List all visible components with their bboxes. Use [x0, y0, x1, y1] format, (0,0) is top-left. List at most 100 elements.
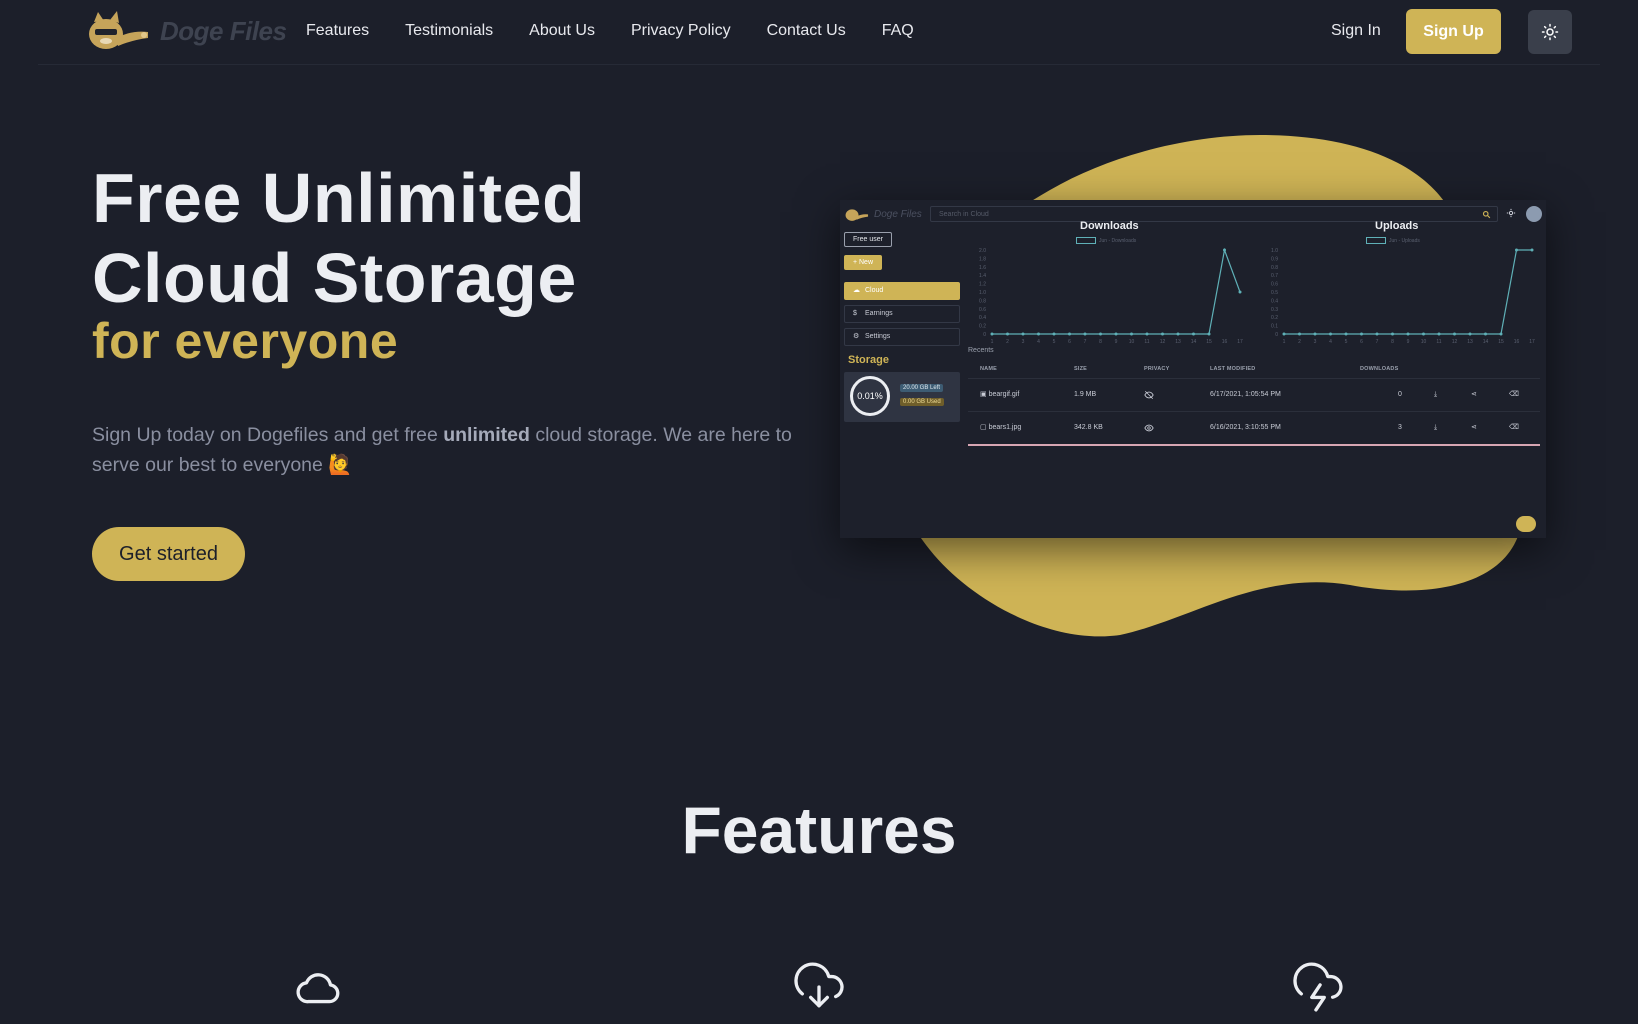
x-tick-label: 4	[1037, 339, 1040, 345]
preview-storage-left: 20.00 GB Left	[900, 384, 944, 392]
downloads-chart: 00.20.40.60.81.01.21.41.61.82.01 2 3 4 5 6 7 8 9…	[979, 247, 1243, 345]
data-point	[1468, 332, 1472, 336]
preview-new-button: + New	[844, 255, 882, 270]
data-point	[1006, 332, 1009, 336]
y-tick-label: 1.0	[1271, 248, 1278, 254]
uploads-chart: 00.10.20.30.40.50.60.70.80.91.01 2 3 4 5 6 7 8 9…	[1271, 248, 1535, 345]
preview-search-icon	[1482, 210, 1491, 219]
series-line	[1284, 249, 1532, 335]
x-tick-label: 7	[1084, 339, 1087, 345]
data-point	[1484, 332, 1487, 336]
sun-icon	[1541, 23, 1559, 41]
data-point	[1515, 248, 1518, 252]
preview-storage-used: 0.00 GB Used	[900, 398, 944, 406]
x-tick-label: 10	[1421, 339, 1427, 345]
downloads-chart-title: Downloads	[1080, 220, 1139, 232]
data-point	[1145, 332, 1149, 336]
file-name: bears1.jpg	[988, 424, 1022, 431]
data-point	[1499, 332, 1503, 336]
x-tick-label: 9	[1407, 339, 1410, 345]
data-point	[1313, 332, 1317, 336]
x-tick-label: 13	[1175, 339, 1181, 345]
theme-toggle-button[interactable]	[1528, 10, 1572, 54]
data-point	[1223, 248, 1226, 252]
nav-link-features[interactable]: Features	[306, 22, 369, 40]
nav-link-faq[interactable]: FAQ	[882, 22, 914, 40]
x-tick-label: 16	[1222, 339, 1228, 345]
table-header: NAME SIZE PRIVACY LAST MODIFIED DOWNLOAD…	[968, 360, 1540, 378]
y-tick-label: 1.6	[979, 265, 986, 271]
y-tick-label: 0.9	[1271, 256, 1278, 262]
data-point	[1099, 332, 1102, 336]
col-privacy: PRIVACY	[1144, 366, 1170, 372]
preview-menu-label: Earnings	[865, 310, 893, 317]
get-started-button[interactable]: Get started	[92, 527, 245, 581]
nav-link-about-us[interactable]: About Us	[529, 22, 595, 40]
downloads-chart-legend: Jun - Downloads	[1076, 237, 1136, 244]
uploads-chart-title: Uploads	[1375, 220, 1419, 232]
data-point	[1161, 332, 1164, 336]
legend-swatch	[1076, 237, 1096, 244]
preview-menu-settings: ⚙ Settings	[844, 328, 960, 346]
hero-accent: for everyone	[92, 313, 399, 369]
data-point	[1344, 332, 1348, 336]
x-tick-label: 3	[1022, 339, 1025, 345]
gear-icon: ⚙	[853, 333, 860, 340]
data-point	[1068, 332, 1071, 336]
hero-description: Sign Up today on Dogefiles and get free …	[92, 420, 812, 480]
preview-brand-name: Doge Files	[874, 208, 922, 220]
legend-label: Jun - Downloads	[1099, 237, 1137, 244]
x-tick-label: 8	[1391, 339, 1394, 345]
x-tick-label: 4	[1329, 339, 1332, 345]
file-downloads: 3	[1398, 424, 1402, 431]
hero-title-line-1: Free Unlimited	[92, 159, 586, 237]
legend-label: Jun - Uploads	[1389, 237, 1420, 244]
preview-search-placeholder: Search in Cloud	[939, 211, 989, 218]
x-tick-label: 10	[1129, 339, 1135, 345]
cloud-download-icon	[794, 962, 844, 1008]
x-tick-label: 15	[1498, 339, 1504, 345]
preview-sidebar: Free user + New ☁ Cloud $ Earnings ⚙ Set…	[844, 232, 960, 422]
x-tick-label: 6	[1360, 339, 1363, 345]
cloud-icon	[296, 973, 340, 1004]
y-tick-label: 0.6	[979, 307, 986, 313]
x-tick-label: 11	[1144, 339, 1149, 345]
data-point	[1037, 332, 1040, 336]
x-tick-label: 12	[1452, 339, 1458, 345]
file-modified: 6/16/2021, 3:10:55 PM	[1210, 424, 1281, 431]
preview-avatar	[1526, 206, 1542, 222]
cloud-lightning-icon	[1293, 962, 1343, 1012]
data-point	[1114, 332, 1118, 336]
eye-icon	[1144, 424, 1154, 432]
preview-files-table: NAME SIZE PRIVACY LAST MODIFIED DOWNLOAD…	[968, 360, 1540, 446]
file-name: beargif.gif	[988, 391, 1020, 398]
preview-menu-label: Cloud	[865, 287, 884, 294]
sign-in-link[interactable]: Sign In	[1331, 22, 1381, 40]
data-point	[1207, 332, 1211, 336]
nav-link-contact-us[interactable]: Contact Us	[767, 22, 846, 40]
series-line	[992, 247, 1241, 335]
data-point	[1052, 332, 1056, 336]
brand-logo[interactable]: Doge Files	[86, 10, 287, 52]
x-tick-label: 17	[1237, 339, 1243, 345]
x-tick-label: 15	[1206, 339, 1212, 345]
data-point	[1238, 290, 1242, 294]
dollar-icon: $	[853, 310, 857, 317]
x-tick-label: 5	[1345, 339, 1348, 345]
x-tick-label: 16	[1514, 339, 1520, 345]
x-tick-label: 9	[1115, 339, 1118, 345]
sign-up-button[interactable]: Sign Up	[1406, 9, 1501, 54]
data-point	[1530, 248, 1534, 252]
x-tick-label: 11	[1436, 339, 1441, 345]
preview-menu: ☁ Cloud $ Earnings ⚙ Settings	[844, 282, 960, 346]
data-point	[1422, 332, 1425, 336]
y-tick-label: 1.8	[979, 256, 986, 262]
data-point	[1329, 332, 1332, 336]
preview-storage-card: 0.01% 20.00 GB Left 0.00 GB Used	[844, 372, 960, 422]
nav-link-privacy-policy[interactable]: Privacy Policy	[631, 22, 731, 40]
preview-topbar: Doge Files Search in Cloud	[840, 200, 1546, 228]
col-name: NAME	[980, 366, 997, 372]
nav-link-testimonials[interactable]: Testimonials	[405, 22, 493, 40]
col-downloads: DOWNLOADS	[1360, 366, 1399, 372]
preview-fab-button	[1516, 516, 1536, 532]
